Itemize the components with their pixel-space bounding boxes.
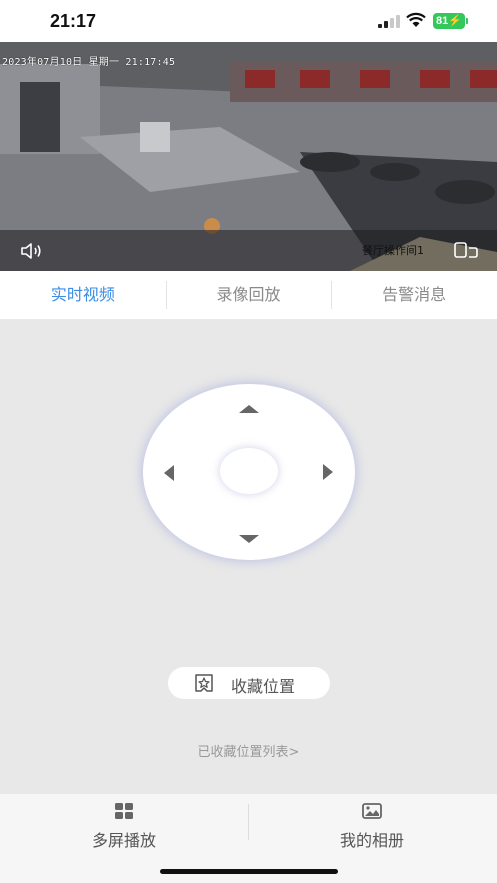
arrow-down-icon[interactable] — [239, 535, 259, 543]
multi-screen-label: 多屏播放 — [91, 831, 156, 850]
video-timestamp-overlay: 2023年07月10日 星期一 21:17:45 — [2, 57, 176, 68]
battery-level: 81 — [436, 15, 449, 27]
status-bar: 21:17 81⚡ — [0, 0, 497, 42]
wifi-icon — [406, 12, 426, 27]
arrow-up-icon[interactable] — [239, 405, 259, 413]
cellular-signal-icon — [378, 14, 400, 28]
saved-positions-link[interactable]: 已收藏位置列表> — [0, 741, 497, 760]
star-bookmark-icon — [195, 674, 213, 692]
battery-icon: 81⚡ — [433, 13, 465, 29]
fullscreen-icon[interactable] — [454, 240, 478, 260]
home-indicator — [160, 869, 338, 874]
image-icon — [362, 803, 382, 819]
status-time: 21:17 — [50, 11, 97, 31]
multi-screen-button[interactable]: 多屏播放 — [0, 802, 248, 851]
save-position-label: 收藏位置 — [231, 677, 296, 696]
my-album-button[interactable]: 我的相册 — [248, 802, 496, 851]
speaker-icon[interactable] — [20, 241, 44, 261]
ptz-joystick[interactable] — [143, 384, 355, 560]
tab-live-video[interactable]: 实时视频 — [0, 271, 166, 319]
arrow-right-icon[interactable] — [323, 464, 333, 480]
tab-alarm-messages[interactable]: 告警消息 — [331, 271, 497, 319]
ptz-control-area: 收藏位置 已收藏位置列表> — [0, 319, 497, 794]
video-player[interactable]: 2023年07月10日 星期一 21:17:45 餐厅操作间1 — [0, 42, 497, 271]
save-position-button[interactable]: 收藏位置 — [168, 667, 330, 699]
ptz-center-button[interactable] — [220, 448, 278, 494]
tab-bar: 实时视频 录像回放 告警消息 — [0, 271, 497, 319]
camera-name: 餐厅操作间1 — [362, 244, 424, 257]
my-album-label: 我的相册 — [339, 831, 404, 850]
video-control-bar: 餐厅操作间1 — [0, 230, 497, 271]
battery-tip — [466, 18, 468, 24]
arrow-left-icon[interactable] — [164, 465, 174, 481]
tab-playback[interactable]: 录像回放 — [165, 271, 332, 319]
grid-icon — [115, 803, 133, 819]
